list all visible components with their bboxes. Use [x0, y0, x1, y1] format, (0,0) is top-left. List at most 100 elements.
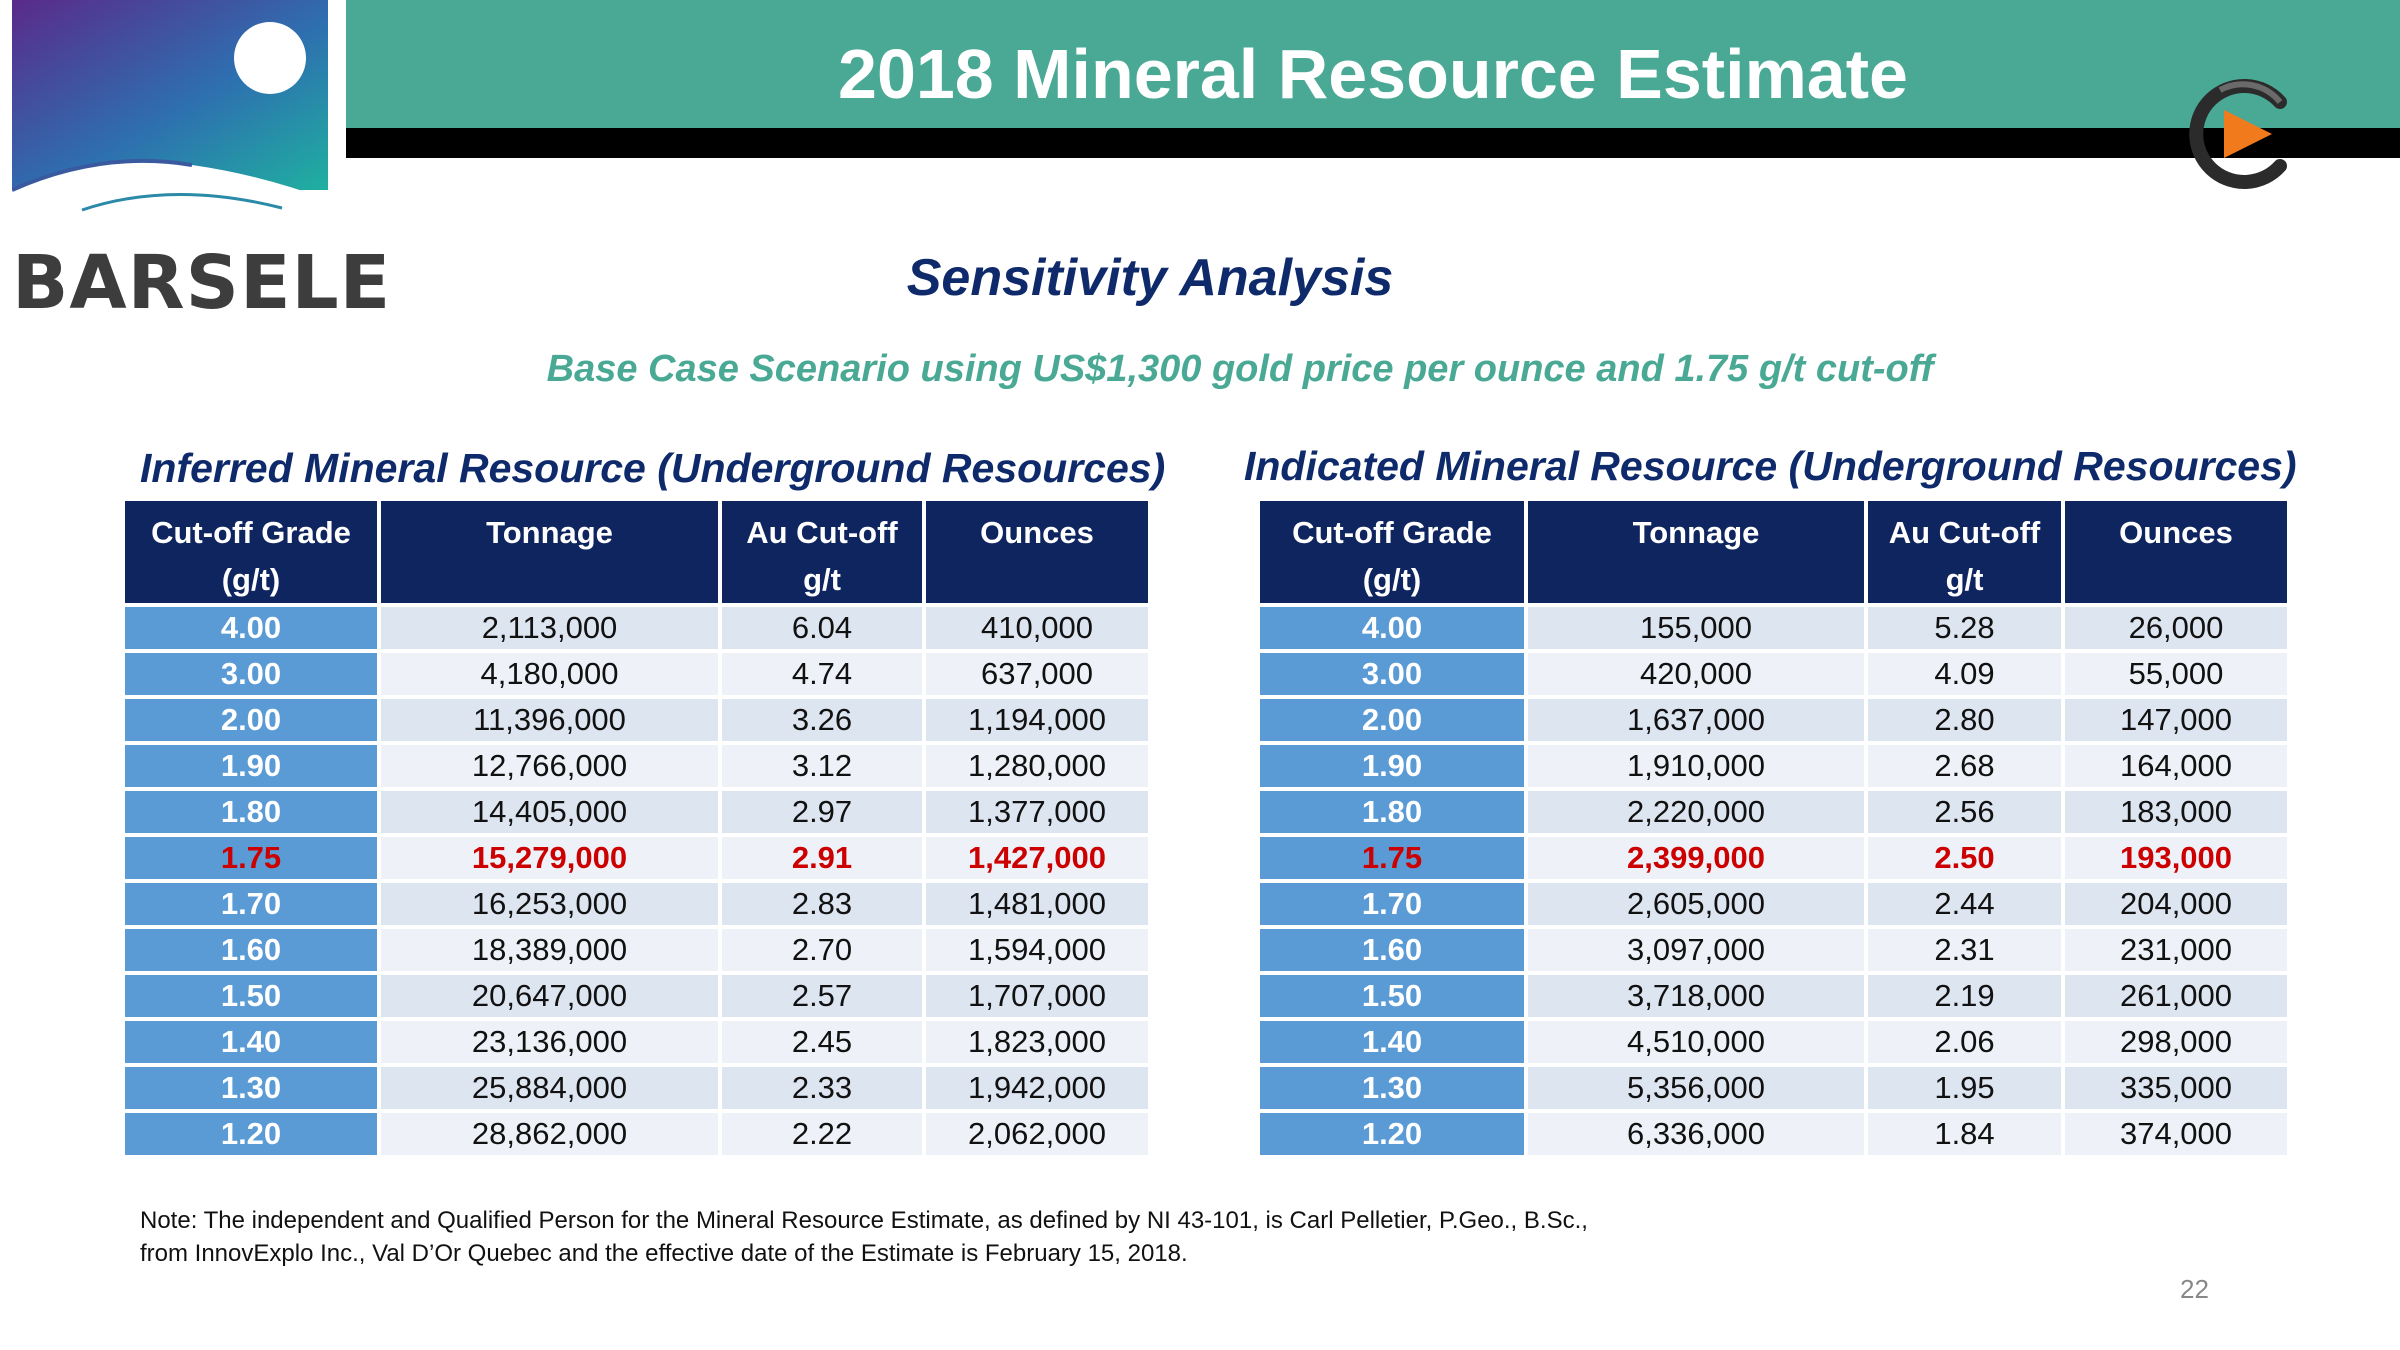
table-cell: 155,000	[1528, 607, 1864, 649]
table-cell: 204,000	[2065, 883, 2287, 925]
table-cell: 2.44	[1868, 883, 2061, 925]
table-cell: 1,377,000	[926, 791, 1148, 833]
column-header-line: (g/t)	[221, 562, 281, 597]
table-cell: 1,194,000	[926, 699, 1148, 741]
table-cell: 231,000	[2065, 929, 2287, 971]
table-row: 1.30 5,356,000 1.95 335,000	[1260, 1067, 2287, 1109]
cutoff-grade-cell: 1.70	[1260, 883, 1524, 925]
column-header-line: (g/t)	[1362, 562, 1422, 597]
scenario-caption: Base Case Scenario using US$1,300 gold p…	[546, 348, 1934, 390]
table-cell: 4.09	[1868, 653, 2061, 695]
cutoff-grade-cell: 1.30	[1260, 1067, 1524, 1109]
table-row: 1.40 4,510,000 2.06 298,000	[1260, 1021, 2287, 1063]
table-row: 1.20 6,336,000 1.84 374,000	[1260, 1113, 2287, 1155]
cutoff-grade-cell: 1.40	[125, 1021, 377, 1063]
table-cell: 16,253,000	[381, 883, 718, 925]
table-cell: 1.95	[1868, 1067, 2061, 1109]
table-cell: 2.33	[722, 1067, 922, 1109]
column-header-line: Tonnage	[1632, 515, 1760, 550]
table-cell: 25,884,000	[381, 1067, 718, 1109]
table-cell: 2.06	[1868, 1021, 2061, 1063]
table-row: 4.00 155,000 5.28 26,000	[1260, 607, 2287, 649]
cutoff-grade-cell: 1.70	[125, 883, 377, 925]
column-header-line: g/t	[803, 562, 841, 597]
table-row: 1.90 12,766,000 3.12 1,280,000	[125, 745, 1148, 787]
cutoff-grade-cell: 1.75	[1260, 837, 1524, 879]
table-row: 1.40 23,136,000 2.45 1,823,000	[125, 1021, 1148, 1063]
table-cell: 4.74	[722, 653, 922, 695]
column-header: Ounces	[2065, 501, 2287, 603]
cutoff-grade-cell: 2.00	[1260, 699, 1524, 741]
page-title: 2018 Mineral Resource Estimate	[838, 35, 1908, 113]
base-case-row: 1.75 15,279,000 2.91 1,427,000	[125, 837, 1148, 879]
indicated-table-title: Indicated Mineral Resource (Underground …	[1244, 443, 2297, 489]
table-cell: 2.45	[722, 1021, 922, 1063]
table-cell: 5,356,000	[1528, 1067, 1864, 1109]
cutoff-grade-cell: 1.60	[1260, 929, 1524, 971]
table-cell: 1,637,000	[1528, 699, 1864, 741]
indicated-resource-table: Cut-off Grade (g/t) Tonnage Au Cut-off g/t Ou…	[1256, 497, 2291, 1159]
table-cell: 637,000	[926, 653, 1148, 695]
table-cell: 2.97	[722, 791, 922, 833]
cutoff-grade-cell: 1.30	[125, 1067, 377, 1109]
table-cell: 3.12	[722, 745, 922, 787]
table-cell: 26,000	[2065, 607, 2287, 649]
cutoff-grade-cell: 1.20	[125, 1113, 377, 1155]
table-row: 1.90 1,910,000 2.68 164,000	[1260, 745, 2287, 787]
table-row: 1.80 14,405,000 2.97 1,377,000	[125, 791, 1148, 833]
table-cell: 335,000	[2065, 1067, 2287, 1109]
table-cell: 55,000	[2065, 653, 2287, 695]
table-cell: 261,000	[2065, 975, 2287, 1017]
table-cell: 12,766,000	[381, 745, 718, 787]
cutoff-grade-cell: 1.80	[1260, 791, 1524, 833]
table-cell: 4,180,000	[381, 653, 718, 695]
table-cell: 18,389,000	[381, 929, 718, 971]
column-header-line: Ounces	[2119, 515, 2233, 550]
column-header-line: Au Cut-off	[746, 515, 898, 550]
table-row: 1.70 16,253,000 2.83 1,481,000	[125, 883, 1148, 925]
table-cell: 6.04	[722, 607, 922, 649]
table-cell: 1,481,000	[926, 883, 1148, 925]
table-cell: 410,000	[926, 607, 1148, 649]
table-cell: 2.68	[1868, 745, 2061, 787]
column-header-line: Cut-off Grade	[1292, 515, 1492, 550]
cutoff-grade-cell: 1.60	[125, 929, 377, 971]
table-row: 4.00 2,113,000 6.04 410,000	[125, 607, 1148, 649]
table-cell: 2,605,000	[1528, 883, 1864, 925]
table-cell: 2.57	[722, 975, 922, 1017]
table-cell: 1,280,000	[926, 745, 1148, 787]
table-cell: 2.56	[1868, 791, 2061, 833]
column-header: Cut-off Grade (g/t)	[1260, 501, 1524, 603]
cutoff-grade-cell: 1.50	[1260, 975, 1524, 1017]
cutoff-grade-cell: 3.00	[125, 653, 377, 695]
table-cell: 1,594,000	[926, 929, 1148, 971]
table-row: 1.30 25,884,000 2.33 1,942,000	[125, 1067, 1148, 1109]
page-number: 22	[2180, 1274, 2209, 1304]
column-header: Ounces	[926, 501, 1148, 603]
table-cell: 2,062,000	[926, 1113, 1148, 1155]
table-cell: 2,220,000	[1528, 791, 1864, 833]
table-cell: 3,097,000	[1528, 929, 1864, 971]
table-header-row: Cut-off Grade (g/t) Tonnage Au Cut-off g/t Ou…	[1260, 501, 2287, 603]
table-row: 2.00 11,396,000 3.26 1,194,000	[125, 699, 1148, 741]
table-cell: 193,000	[2065, 837, 2287, 879]
table-row: 1.50 20,647,000 2.57 1,707,000	[125, 975, 1148, 1017]
footnote-line: from InnovExplo Inc., Val D’Or Quebec an…	[140, 1240, 1188, 1267]
cutoff-grade-cell: 2.00	[125, 699, 377, 741]
table-cell: 1,823,000	[926, 1021, 1148, 1063]
play-icon[interactable]	[2180, 74, 2300, 194]
column-header-line: Tonnage	[486, 515, 613, 550]
cutoff-grade-cell: 1.20	[1260, 1113, 1524, 1155]
cutoff-grade-cell: 4.00	[125, 607, 377, 649]
cutoff-grade-cell: 4.00	[1260, 607, 1524, 649]
cutoff-grade-cell: 3.00	[1260, 653, 1524, 695]
table-cell: 2.70	[722, 929, 922, 971]
cutoff-grade-cell: 1.90	[1260, 745, 1524, 787]
table-cell: 6,336,000	[1528, 1113, 1864, 1155]
table-cell: 2.50	[1868, 837, 2061, 879]
table-cell: 2.19	[1868, 975, 2061, 1017]
table-row: 1.60 3,097,000 2.31 231,000	[1260, 929, 2287, 971]
table-row: 1.70 2,605,000 2.44 204,000	[1260, 883, 2287, 925]
column-header: Tonnage	[1528, 501, 1864, 603]
table-cell: 28,862,000	[381, 1113, 718, 1155]
